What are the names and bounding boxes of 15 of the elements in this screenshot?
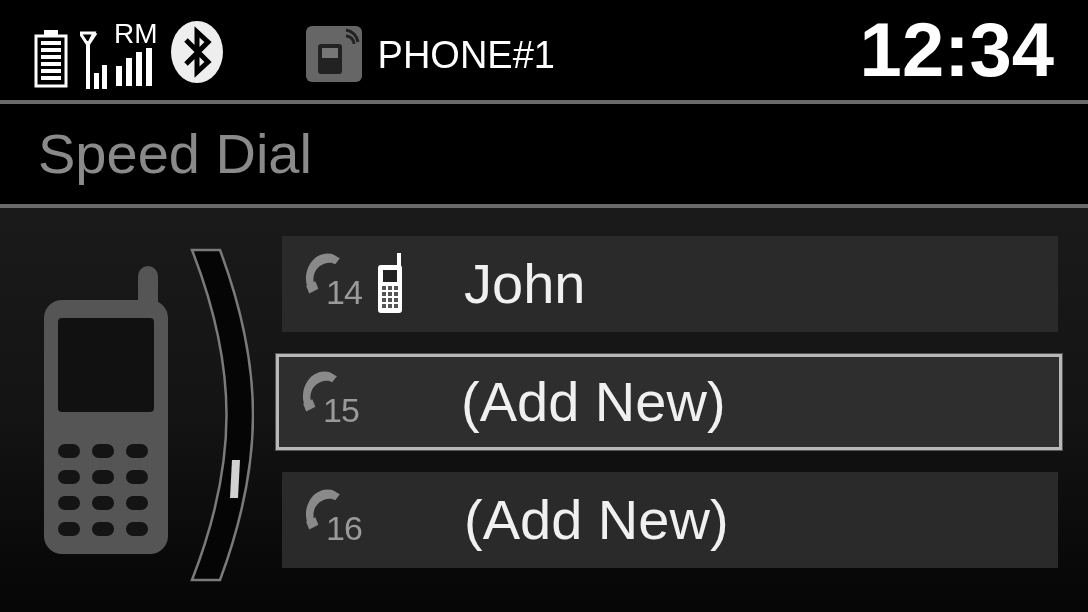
entry-label: John [464, 256, 586, 312]
speed-dial-entry[interactable]: 15 (Add New) [276, 354, 1062, 450]
phone-name: PHONE#1 [377, 32, 555, 78]
roaming-label: RM [114, 20, 158, 48]
signal-bars-icon [114, 48, 154, 86]
speed-dial-number: 15 [323, 393, 360, 427]
clock-time: 12:34 [859, 12, 1054, 88]
bluetooth-icon [169, 20, 224, 84]
speed-dial-number: 16 [326, 511, 363, 545]
speed-dial-entry[interactable]: 16 (Add New) [282, 472, 1058, 568]
screen-title: Speed Dial [38, 121, 312, 187]
battery-icon [34, 30, 68, 88]
speed-dial-number: 14 [326, 275, 363, 309]
speed-dial-entry[interactable]: 14 John [282, 236, 1058, 332]
phone-connection-icon [305, 26, 362, 82]
